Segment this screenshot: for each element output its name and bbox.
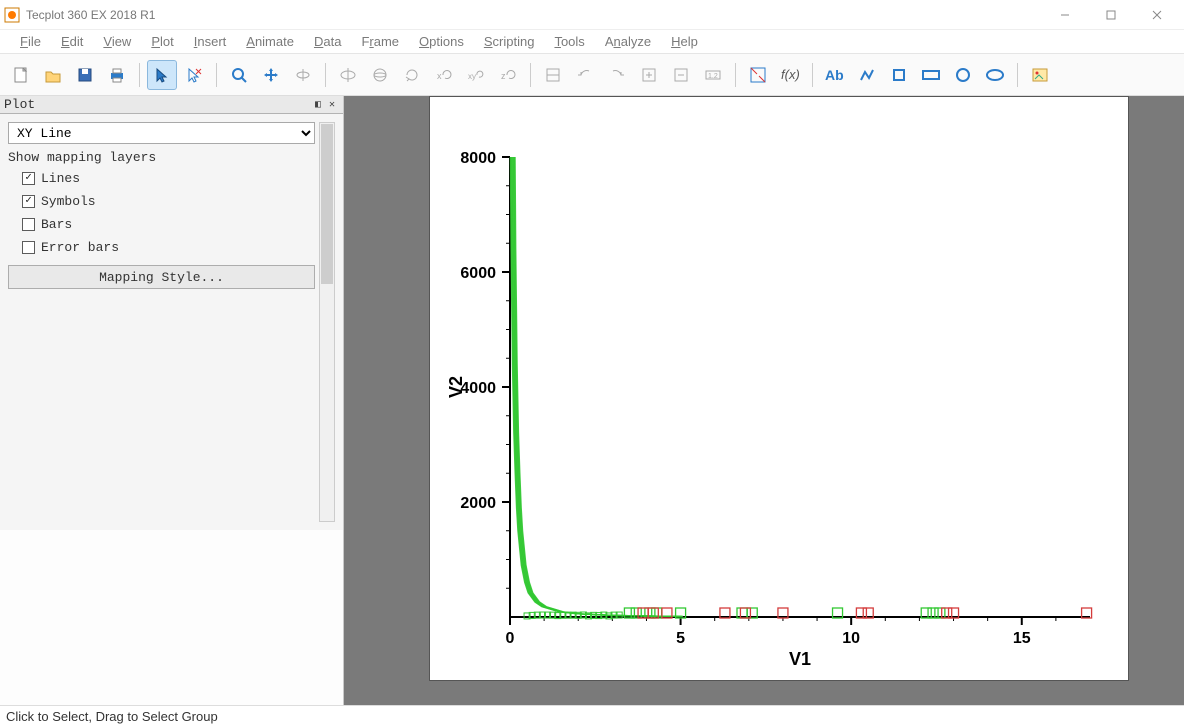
- app-icon: [4, 7, 20, 23]
- svg-text:V2: V2: [446, 376, 466, 398]
- rect-tool[interactable]: [916, 60, 946, 90]
- bars-checkbox[interactable]: Bars: [8, 213, 315, 236]
- menu-options[interactable]: Options: [409, 31, 474, 52]
- svg-text:1.2: 1.2: [708, 73, 718, 80]
- error-checkbox[interactable]: Error bars: [8, 236, 315, 259]
- plot-sidebar: Plot ◧ ✕ XY Line Show mapping layers Lin…: [0, 96, 344, 705]
- svg-text:0: 0: [506, 630, 515, 647]
- save-button[interactable]: [70, 60, 100, 90]
- svg-text:x: x: [437, 71, 442, 81]
- svg-text:5: 5: [676, 630, 685, 647]
- menu-insert[interactable]: Insert: [184, 31, 237, 52]
- 3d-last-tool[interactable]: [288, 60, 318, 90]
- svg-text:6000: 6000: [460, 265, 496, 282]
- forward-view[interactable]: [602, 60, 632, 90]
- svg-text:Ab: Ab: [825, 67, 844, 83]
- square-tool[interactable]: [884, 60, 914, 90]
- fx-tool[interactable]: f(x): [775, 60, 805, 90]
- spin-tool[interactable]: [365, 60, 395, 90]
- maximize-button[interactable]: [1088, 0, 1134, 30]
- menubar: File Edit View Plot Insert Animate Data …: [0, 30, 1184, 54]
- label-op[interactable]: 1.2: [698, 60, 728, 90]
- zaxis-tool[interactable]: z: [493, 60, 523, 90]
- panel-title: Plot: [4, 97, 35, 112]
- plot-frame[interactable]: 0510152000400060008000V1V2: [429, 96, 1129, 681]
- image-tool[interactable]: [1025, 60, 1055, 90]
- calc-op[interactable]: [666, 60, 696, 90]
- svg-text:10: 10: [842, 630, 860, 647]
- svg-text:V1: V1: [789, 649, 811, 669]
- menu-edit[interactable]: Edit: [51, 31, 93, 52]
- text-tool[interactable]: Ab: [820, 60, 850, 90]
- ellipse-tool[interactable]: [980, 60, 1010, 90]
- menu-analyze[interactable]: Analyze: [595, 31, 661, 52]
- canvas-area[interactable]: 0510152000400060008000V1V2: [344, 96, 1184, 705]
- menu-data[interactable]: Data: [304, 31, 351, 52]
- roll-tool[interactable]: [397, 60, 427, 90]
- layers-label: Show mapping layers: [8, 144, 315, 167]
- zoom-tool[interactable]: [224, 60, 254, 90]
- xy-chart: 0510152000400060008000V1V2: [430, 97, 1128, 680]
- line-tool[interactable]: [852, 60, 882, 90]
- lines-checkbox[interactable]: Lines: [8, 167, 315, 190]
- svg-text:f(x): f(x): [781, 67, 800, 82]
- toolbar: x xy z 1.2 f(x) Ab: [0, 54, 1184, 96]
- plot-type-select[interactable]: XY Line: [8, 122, 315, 144]
- pan-tool[interactable]: [256, 60, 286, 90]
- symbols-checkbox[interactable]: Symbols: [8, 190, 315, 213]
- rotate-tool[interactable]: [333, 60, 363, 90]
- back-view[interactable]: [570, 60, 600, 90]
- new-button[interactable]: [6, 60, 36, 90]
- status-text: Click to Select, Drag to Select Group: [6, 709, 218, 724]
- window-title: Tecplot 360 EX 2018 R1: [26, 8, 155, 22]
- menu-animate[interactable]: Animate: [236, 31, 304, 52]
- svg-text:z: z: [501, 71, 506, 81]
- svg-text:8000: 8000: [460, 150, 496, 167]
- xaxis-tool[interactable]: x: [429, 60, 459, 90]
- add-op[interactable]: [634, 60, 664, 90]
- svg-text:15: 15: [1013, 630, 1031, 647]
- menu-scripting[interactable]: Scripting: [474, 31, 545, 52]
- undock-icon[interactable]: ◧: [311, 98, 325, 112]
- menu-file[interactable]: File: [10, 31, 51, 52]
- close-panel-icon[interactable]: ✕: [325, 98, 339, 112]
- close-button[interactable]: [1134, 0, 1180, 30]
- menu-help[interactable]: Help: [661, 31, 708, 52]
- xyaxis-tool[interactable]: xy: [461, 60, 491, 90]
- menu-tools[interactable]: Tools: [544, 31, 594, 52]
- anchor-tool[interactable]: [743, 60, 773, 90]
- menu-frame[interactable]: Frame: [351, 31, 409, 52]
- minimize-button[interactable]: [1042, 0, 1088, 30]
- svg-text:xy: xy: [468, 72, 476, 81]
- select-tool[interactable]: [147, 60, 177, 90]
- circle-tool[interactable]: [948, 60, 978, 90]
- sidebar-scrollbar[interactable]: [319, 122, 335, 522]
- svg-text:2000: 2000: [460, 495, 496, 512]
- mapping-style-button[interactable]: Mapping Style...: [8, 265, 315, 289]
- slice-tool[interactable]: [538, 60, 568, 90]
- menu-view[interactable]: View: [93, 31, 141, 52]
- menu-plot[interactable]: Plot: [141, 31, 183, 52]
- select-alt-tool[interactable]: [179, 60, 209, 90]
- open-button[interactable]: [38, 60, 68, 90]
- print-button[interactable]: [102, 60, 132, 90]
